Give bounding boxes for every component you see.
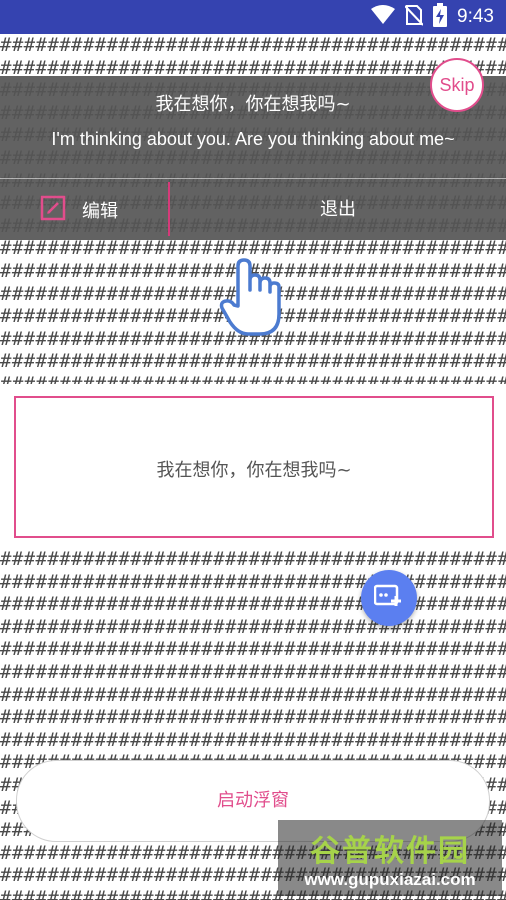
float-preview-text: 我在想你，你在想我吗~ [156, 460, 352, 481]
add-float-window-button[interactable] [361, 570, 417, 626]
pointing-hand-icon [218, 256, 286, 342]
exit-button[interactable]: 退出 [170, 190, 506, 230]
float-preview-box: 我在想你，你在想我吗~ [14, 396, 494, 538]
overlay-english-text: I'm thinking about you. Are you thinking… [51, 129, 455, 149]
no-sim-icon [404, 4, 424, 30]
watermark: 谷普软件园 www.gupuxiazai.com [278, 820, 502, 896]
watermark-url: www.gupuxiazai.com [304, 870, 476, 889]
edit-button[interactable]: 编辑 [40, 190, 118, 230]
edit-label: 编辑 [82, 201, 118, 222]
skip-button[interactable]: Skip [430, 58, 484, 112]
battery-charging-icon [433, 3, 448, 31]
wifi-icon [371, 5, 396, 29]
edit-checkbox-icon [40, 195, 66, 226]
watermark-title: 谷普软件园 [310, 834, 470, 869]
clock: 9:43 [457, 6, 494, 27]
overlay-divider [0, 178, 506, 179]
overlay-chinese-text: 我在想你，你在想我吗~ [155, 94, 351, 115]
status-bar: 9:43 [0, 0, 506, 34]
add-float-window-icon [373, 584, 404, 612]
